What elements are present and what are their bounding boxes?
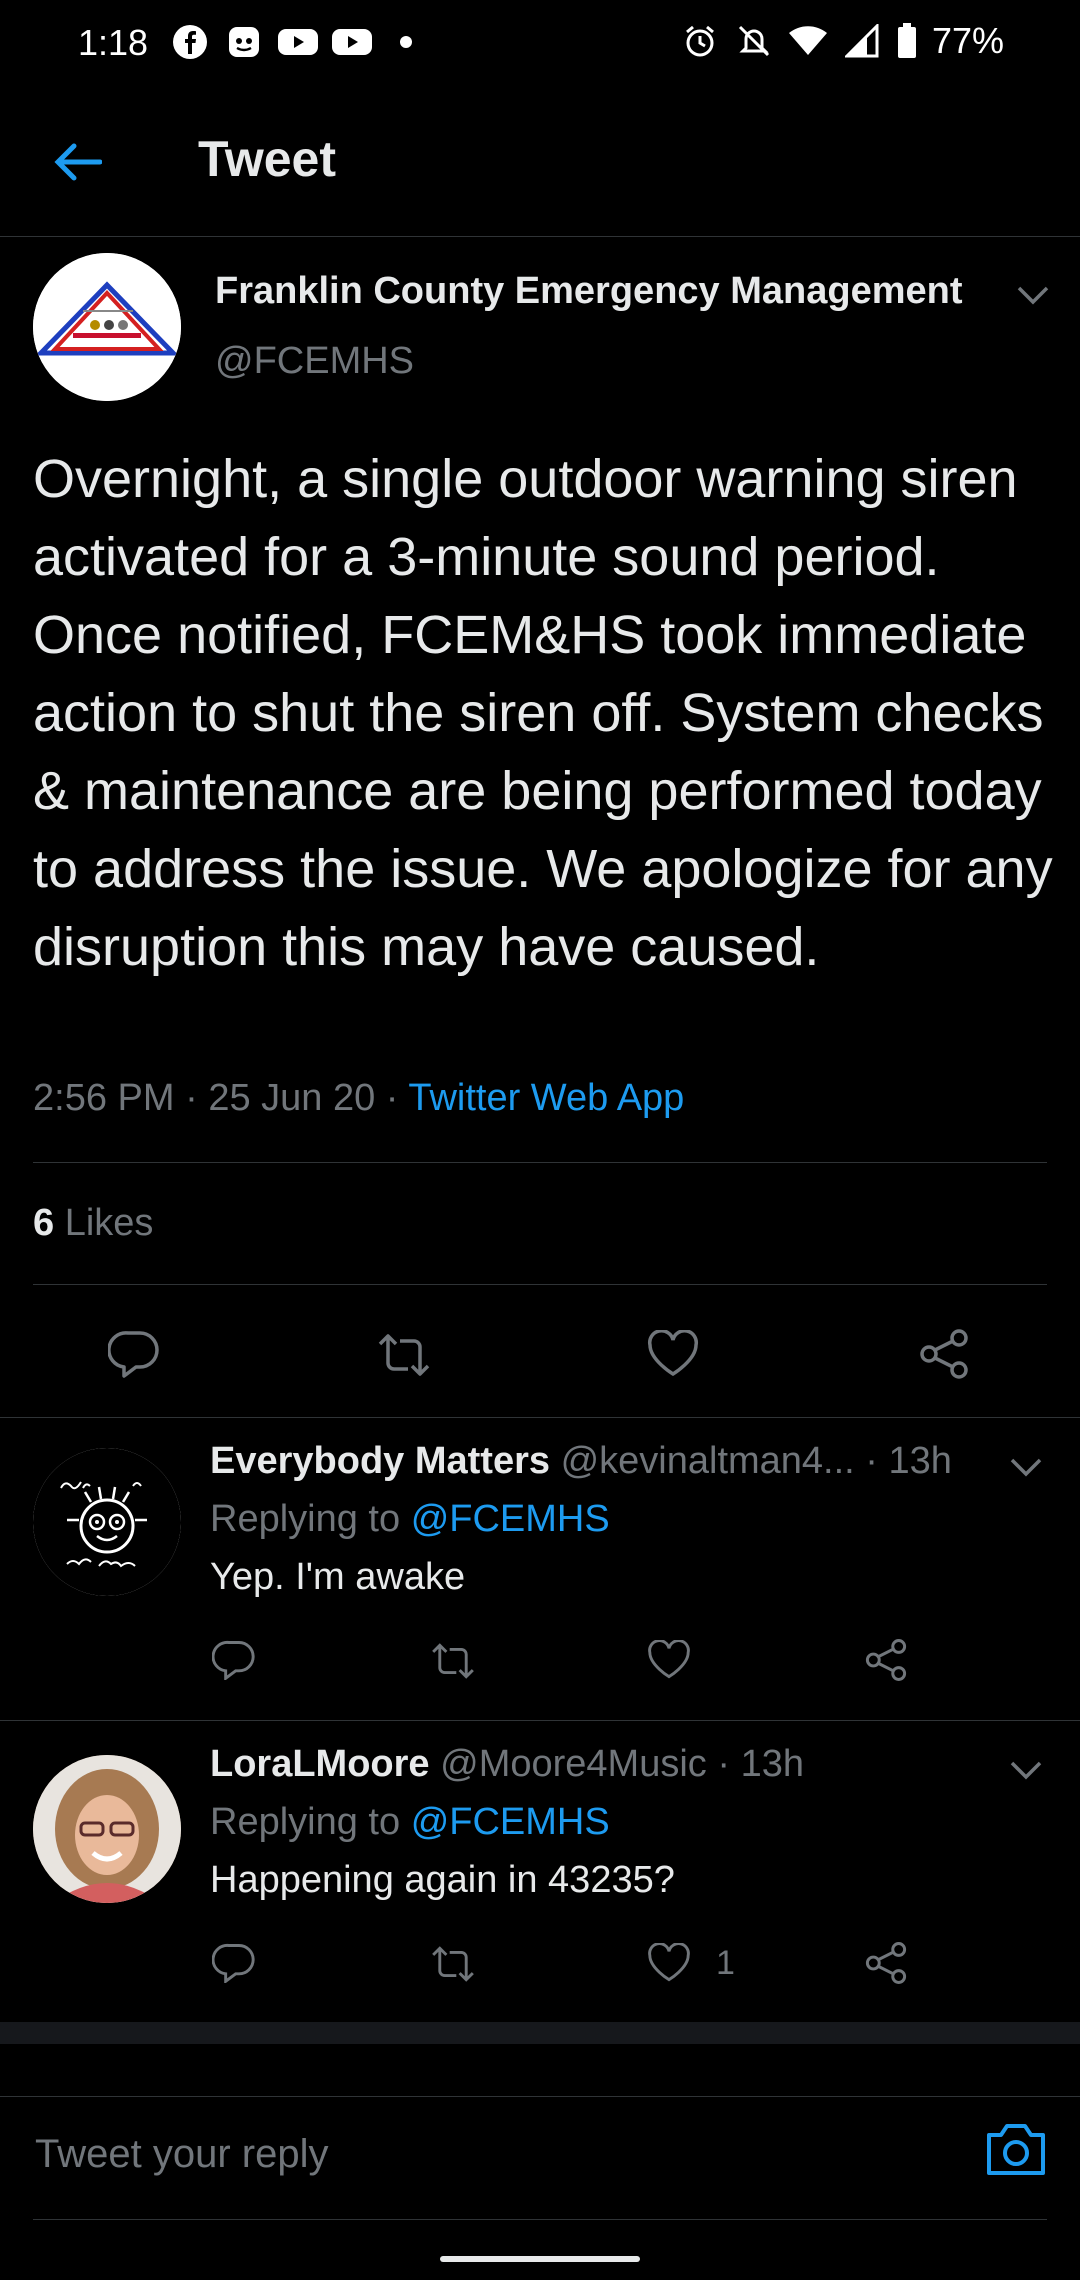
heart-icon (648, 1640, 690, 1679)
like-button[interactable]: 1 (646, 1943, 735, 1983)
battery-icon (896, 21, 918, 61)
section-separator (0, 2022, 1080, 2044)
tweet-date: 25 Jun 20 (208, 1077, 376, 1119)
reply-item[interactable]: Everybody Matters @kevinaltman4... · 13h… (0, 1418, 1080, 1720)
reply-text: Happening again in 43235? (210, 1859, 675, 1901)
mention-link[interactable]: @FCEMHS (411, 1498, 610, 1540)
reply-button[interactable] (212, 1943, 256, 1983)
author-name[interactable]: Franklin County Emergency Management (215, 270, 963, 313)
divider (33, 1284, 1047, 1285)
status-time: 1:18 (78, 22, 149, 63)
discord-icon (224, 22, 264, 62)
dot-icon (386, 22, 426, 62)
arrow-left-icon (54, 143, 102, 181)
reply-icon (108, 1331, 159, 1378)
tweet-time: 2:56 PM (33, 1077, 175, 1119)
signal-icon (842, 21, 882, 61)
retweet-button[interactable] (428, 1642, 478, 1680)
tweet-actions (0, 1310, 1080, 1400)
tweet-menu-button[interactable] (1013, 280, 1053, 310)
reply-author-name[interactable]: LoraLMoore (210, 1743, 430, 1785)
back-button[interactable] (46, 132, 110, 192)
reply-composer (33, 2095, 1047, 2220)
author-avatar[interactable] (33, 253, 181, 401)
reply-header: LoraLMoore @Moore4Music · 13h (210, 1743, 804, 1785)
page-title: Tweet (198, 131, 336, 187)
retweet-button[interactable] (428, 1945, 478, 1983)
facebook-icon (170, 22, 210, 62)
system-icons: 77% (680, 20, 1004, 62)
reply-header: Everybody Matters @kevinaltman4... · 13h (210, 1440, 952, 1482)
reply-icon (212, 1944, 255, 1983)
author-handle[interactable]: @FCEMHS (215, 340, 414, 383)
like-button[interactable] (646, 1330, 700, 1378)
reply-author-handle[interactable]: @Moore4Music (440, 1743, 707, 1785)
camera-icon (987, 2124, 1045, 2175)
wifi-icon (788, 21, 828, 61)
tweet-source-link[interactable]: Twitter Web App (408, 1077, 684, 1119)
retweet-icon (378, 1334, 430, 1376)
reply-menu-button[interactable] (1006, 1755, 1046, 1785)
likes-count[interactable]: 6 Likes (33, 1202, 153, 1245)
share-button[interactable] (864, 1638, 908, 1682)
profile-photo-icon (33, 1755, 181, 1903)
tweet-meta: 2:56 PM · 25 Jun 20 · Twitter Web App (33, 1077, 685, 1119)
divider (33, 1162, 1047, 1163)
retweet-icon (432, 1643, 474, 1679)
share-button[interactable] (864, 1941, 908, 1985)
reply-icon (212, 1641, 255, 1680)
camera-button[interactable] (985, 2121, 1047, 2177)
fcem-logo-icon (33, 253, 181, 401)
share-icon (865, 1639, 907, 1681)
mute-icon (734, 21, 774, 61)
home-indicator[interactable] (440, 2256, 640, 2262)
share-button[interactable] (918, 1328, 970, 1380)
reply-button[interactable] (212, 1640, 256, 1680)
replying-to: Replying to @FCEMHS (210, 1498, 610, 1540)
cartoon-avatar-icon (33, 1448, 181, 1596)
chevron-down-icon (1017, 286, 1049, 305)
retweet-button[interactable] (374, 1332, 434, 1378)
reply-menu-button[interactable] (1006, 1452, 1046, 1482)
reply-item[interactable]: LoraLMoore @Moore4Music · 13h Replying t… (0, 1721, 1080, 2021)
reply-author-handle[interactable]: @kevinaltman4... (561, 1440, 855, 1482)
alarm-icon (680, 21, 720, 61)
share-icon (865, 1942, 907, 1984)
battery-percent: 77% (931, 20, 1004, 61)
share-icon (920, 1329, 968, 1379)
reply-avatar[interactable] (33, 1448, 181, 1596)
reply-input[interactable] (33, 2113, 937, 2195)
retweet-icon (432, 1946, 474, 1982)
mention-link[interactable]: @FCEMHS (411, 1801, 610, 1843)
chevron-down-icon (1010, 1458, 1042, 1477)
reply-avatar[interactable] (33, 1755, 181, 1903)
status-bar: 1:18 77% (0, 0, 1080, 88)
like-button[interactable] (646, 1640, 692, 1680)
youtube-icon (332, 22, 372, 62)
app-header: Tweet (0, 88, 1080, 237)
heart-icon (648, 1943, 690, 1982)
reply-button[interactable] (108, 1330, 160, 1378)
youtube-icon (278, 22, 318, 62)
replying-to: Replying to @FCEMHS (210, 1801, 610, 1843)
reply-text: Yep. I'm awake (210, 1556, 466, 1598)
reply-age: 13h (740, 1743, 804, 1785)
reply-age: 13h (888, 1440, 952, 1482)
chevron-down-icon (1010, 1761, 1042, 1780)
heart-icon (647, 1330, 699, 1377)
like-count: 1 (716, 1943, 735, 1982)
reply-author-name[interactable]: Everybody Matters (210, 1440, 550, 1482)
tweet-text: Overnight, a single outdoor warning sire… (33, 449, 1053, 977)
notification-icons (170, 22, 426, 62)
